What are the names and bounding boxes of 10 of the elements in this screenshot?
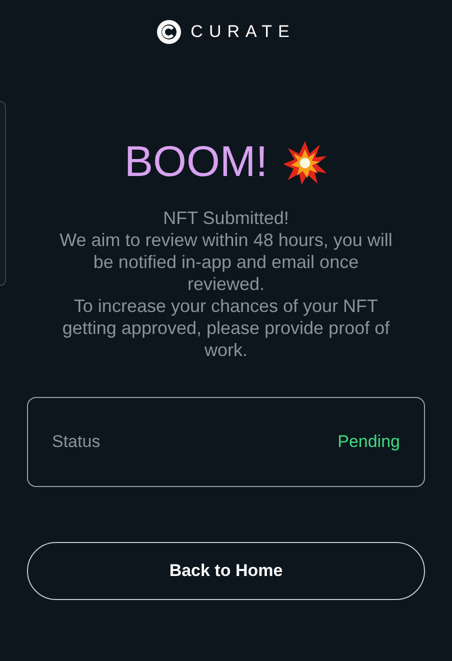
explosion-icon	[282, 140, 328, 186]
back-home-button[interactable]: Back to Home	[27, 542, 425, 600]
status-value: Pending	[338, 432, 400, 452]
message-text: NFT Submitted!	[162, 207, 290, 229]
message-text: We aim to review within 48 hours, you will be notified in-app and email once reviewed.	[58, 229, 394, 295]
headline: BOOM!	[124, 138, 268, 187]
message-text: To increase your chances of your NFT getting approved, please provide proof of work.	[61, 295, 391, 361]
brand-name: CURATE	[190, 22, 296, 42]
logo-icon	[156, 20, 181, 44]
status-label: Status	[52, 432, 100, 452]
